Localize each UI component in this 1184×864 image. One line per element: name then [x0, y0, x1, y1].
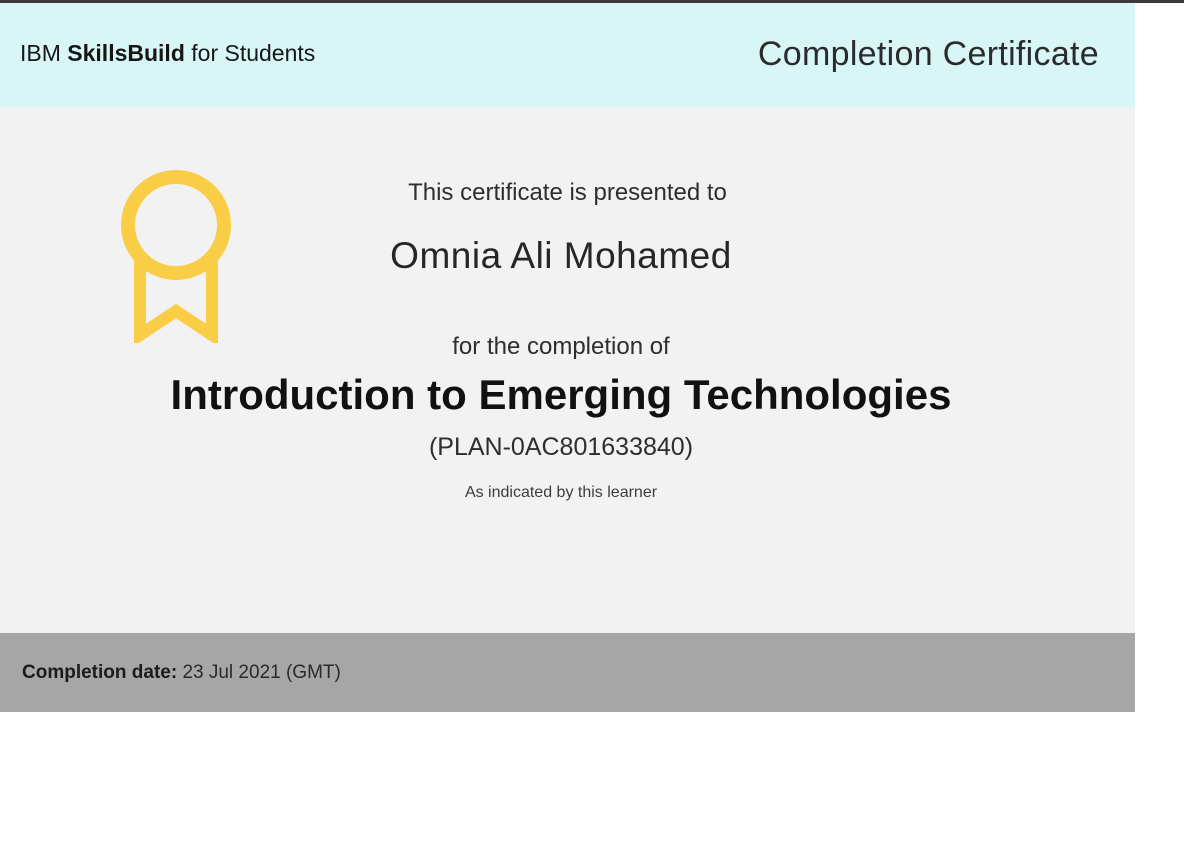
course-title: Introduction to Emerging Technologies — [170, 371, 952, 418]
brand-prefix: IBM — [20, 40, 68, 66]
certificate: IBM SkillsBuild for Students Completion … — [0, 3, 1135, 712]
certificate-footer: Completion date: 23 Jul 2021 (GMT) — [0, 633, 1135, 712]
completion-of-text: for the completion of — [452, 333, 670, 360]
completion-date-value: 23 Jul 2021 (GMT) — [182, 662, 341, 683]
presented-to-text: This certificate is presented to — [408, 179, 727, 206]
completion-date-label: Completion date: — [22, 662, 178, 683]
certificate-header: IBM SkillsBuild for Students Completion … — [0, 3, 1135, 107]
certificate-title: Completion Certificate — [757, 35, 1099, 73]
indicated-note: As indicated by this learner — [464, 484, 658, 501]
brand-suffix: for Students — [184, 40, 316, 66]
brand-skillsbuild: SkillsBuild — [67, 40, 185, 66]
recipient-name: Omnia Ali Mohamed — [390, 235, 732, 276]
brand-logo: IBM SkillsBuild for Students — [20, 40, 315, 67]
completion-date: Completion date: 23 Jul 2021 (GMT) — [22, 662, 341, 684]
plan-id: (PLAN-0AC801633840) — [428, 433, 694, 461]
